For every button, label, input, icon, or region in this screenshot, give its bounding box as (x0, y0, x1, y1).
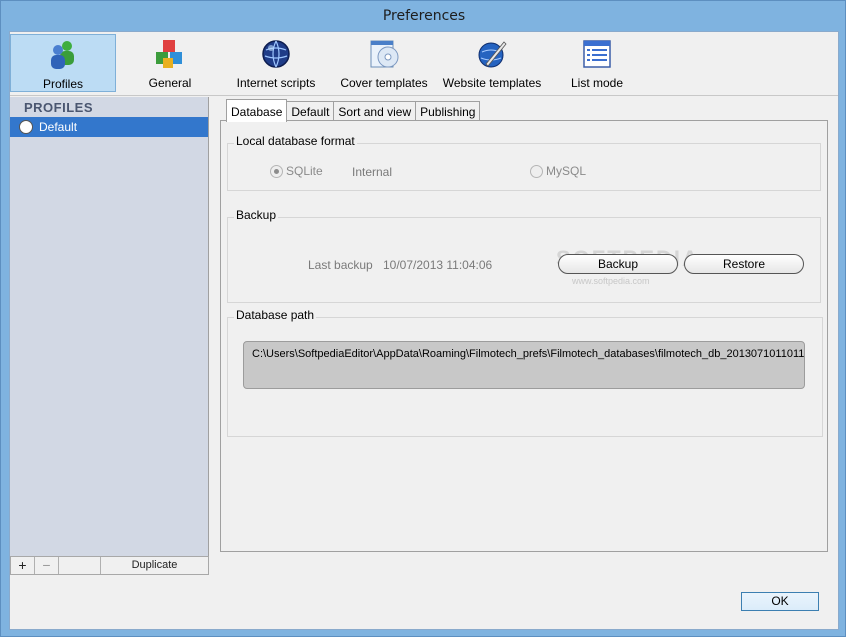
profiles-panel: PROFILES Default (10, 97, 209, 575)
tab-database[interactable]: Database (226, 99, 288, 122)
sqlite-option[interactable]: SQLite (270, 164, 323, 178)
database-format-title: Local database format (234, 134, 357, 148)
toolbar-cover-templates-button[interactable]: Cover templates (336, 34, 432, 92)
last-backup-label: Last backup (308, 258, 373, 272)
backup-group: Backup Last backup 10/07/2013 11:04:06 S… (227, 208, 821, 303)
profile-radio-icon (19, 120, 33, 134)
toolbar-general-button[interactable]: General (130, 34, 210, 92)
ok-button[interactable]: OK (741, 592, 819, 611)
add-profile-button[interactable]: + (11, 557, 35, 574)
mysql-option[interactable]: MySQL (530, 164, 586, 178)
toolbar-list-mode-button[interactable]: List mode (562, 34, 632, 92)
database-path-group: Database path C:\Users\SoftpediaEditor\A… (227, 308, 823, 437)
toolbar-website-templates-button[interactable]: Website templates (438, 34, 546, 92)
profiles-footer: + − Duplicate (10, 556, 209, 575)
cubes-icon (156, 40, 182, 68)
users-icon (51, 41, 74, 69)
tab-default[interactable]: Default (286, 101, 335, 122)
footer-spacer (59, 557, 101, 574)
list-icon (583, 40, 611, 68)
toolbar-label: General (148, 76, 192, 90)
backup-title: Backup (234, 208, 279, 222)
database-path-field[interactable]: C:\Users\SoftpediaEditor\AppData\Roaming… (243, 341, 805, 389)
restore-button[interactable]: Restore (684, 254, 804, 274)
profile-item-label: Default (39, 120, 78, 134)
toolbar: Profiles General Internet scripts Cover … (10, 32, 838, 96)
toolbar-label: Cover templates (340, 76, 428, 90)
tab-content-pane: Local database format SQLite Internal My… (220, 120, 828, 552)
preferences-window: Preferences Profiles General Internet sc… (0, 0, 846, 637)
toolbar-internet-scripts-button[interactable]: Internet scripts (230, 34, 322, 92)
remove-profile-button[interactable]: − (35, 557, 59, 574)
internal-label: Internal (352, 165, 393, 179)
toolbar-label: List mode (570, 76, 624, 90)
client-area: Profiles General Internet scripts Cover … (9, 31, 839, 630)
toolbar-label: Profiles (42, 77, 83, 91)
duplicate-profile-button[interactable]: Duplicate (101, 557, 208, 574)
web-pen-icon (478, 41, 507, 68)
window-title: Preferences (382, 8, 466, 24)
database-tab-content: Local database format SQLite Internal My… (221, 121, 827, 551)
last-backup-value: 10/07/2013 11:04:06 (383, 258, 493, 272)
profiles-header: PROFILES (24, 100, 94, 115)
mysql-label: MySQL (546, 164, 587, 178)
database-format-group: Local database format SQLite Internal My… (227, 134, 821, 191)
tab-publishing[interactable]: Publishing (415, 101, 481, 122)
sqlite-radio-icon (270, 164, 283, 178)
toolbar-profiles-button[interactable]: Profiles (10, 34, 116, 92)
toolbar-label: Internet scripts (236, 76, 316, 90)
mysql-radio-icon (530, 164, 543, 178)
database-path-title: Database path (234, 308, 317, 322)
backup-button[interactable]: Backup (558, 254, 678, 274)
profile-item-default[interactable]: Default (10, 117, 208, 137)
tab-sort-and-view[interactable]: Sort and view (333, 101, 417, 122)
watermark-url: www.softpedia.com (572, 276, 650, 286)
cd-icon (370, 40, 399, 68)
sqlite-label: SQLite (286, 164, 323, 178)
toolbar-label: Website templates (442, 76, 542, 90)
globe-icon (262, 40, 290, 68)
